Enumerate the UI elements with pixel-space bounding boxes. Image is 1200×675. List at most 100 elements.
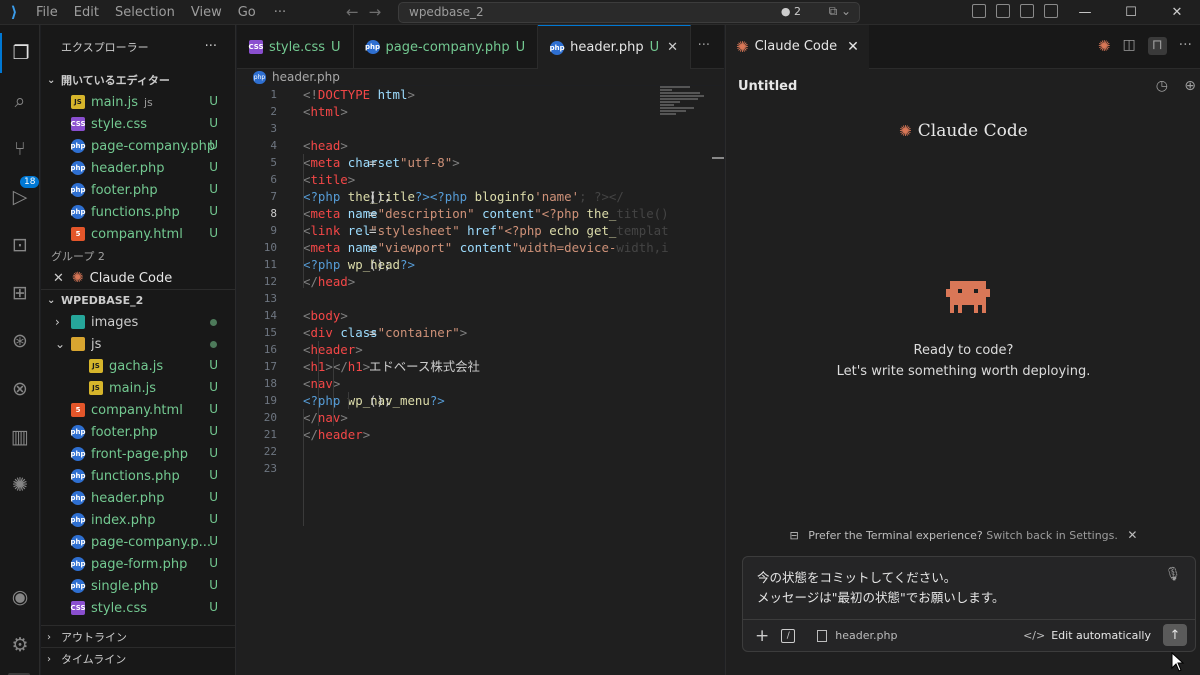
menu-view[interactable]: View — [183, 5, 230, 20]
switch-back-link[interactable]: Switch back in Settings. — [986, 529, 1118, 542]
layout-customize-icon[interactable] — [972, 4, 986, 18]
tree-item[interactable]: php header.php U — [41, 487, 235, 509]
tree-item[interactable]: php front-page.php U — [41, 443, 235, 465]
code-icon: </> — [1023, 629, 1046, 642]
git-status-badge: U — [209, 182, 218, 196]
chevron-down-icon: ⌄ — [47, 74, 56, 86]
close-window-icon[interactable]: ✕ — [1154, 0, 1200, 25]
menu-more-icon[interactable]: ··· — [264, 5, 296, 20]
open-editor-item[interactable]: JS main.js js U — [41, 91, 235, 113]
containers-icon[interactable]: ▥ — [0, 417, 40, 457]
remote-explorer-icon[interactable]: ⊡ — [0, 225, 40, 265]
tab-style-css[interactable]: CSS style.css U — [237, 25, 354, 69]
scrollbar-marker[interactable] — [712, 157, 724, 159]
project-label: WPEDBASE_2 — [61, 294, 144, 307]
claude-code-panel: ✺ Claude Code ✕ ✺ ◫ ⊓ ··· Untitled ◷ ⊕ ✺… — [725, 24, 1200, 675]
tree-item[interactable]: php single.php U — [41, 575, 235, 597]
tree-item[interactable]: JS gacha.js U — [41, 355, 235, 377]
open-editor-item[interactable]: php functions.php U — [41, 201, 235, 223]
extensions-icon[interactable]: ⊞ — [0, 273, 40, 313]
close-tab-icon[interactable]: ✕ — [847, 39, 859, 55]
chevron-down-icon: ⌄ — [55, 337, 66, 351]
php-file-icon: php — [71, 139, 86, 153]
tree-item[interactable]: CSS style.css U — [41, 597, 235, 619]
tree-item[interactable]: JS main.js U — [41, 377, 235, 399]
tab-page-company-php[interactable]: php page-company.php U — [354, 25, 539, 69]
menu-file[interactable]: File — [28, 5, 66, 20]
open-editor-item[interactable]: 5 company.html U — [41, 223, 235, 245]
source-control-icon[interactable]: ⑂ — [0, 129, 40, 169]
tree-item[interactable]: php page-company.p... U — [41, 531, 235, 553]
split-editor-icon[interactable]: ◫ — [1122, 37, 1135, 55]
slash-command-icon[interactable]: / — [781, 628, 796, 643]
prompt-text[interactable]: 今の状態をコミットしてください。 メッセージは"最初の状態"でお願いします。 — [757, 568, 1005, 608]
php-file-icon: php — [71, 447, 86, 461]
toggle-secondary-sidebar-icon[interactable] — [1044, 4, 1058, 18]
gitlens-icon[interactable]: ⊗ — [0, 369, 40, 409]
dismiss-notice-icon[interactable]: ✕ — [1127, 528, 1137, 542]
add-attachment-icon[interactable]: + — [755, 626, 769, 646]
project-header[interactable]: ⌄ WPEDBASE_2 — [41, 289, 235, 311]
menu-go[interactable]: Go — [230, 5, 264, 20]
git-status-badge: U — [649, 40, 660, 55]
search-icon[interactable]: ⌕ — [0, 81, 40, 121]
title-bar: ⟩ File Edit Selection View Go ··· ←→ wpe… — [0, 0, 1200, 25]
code-line: 9 <link rel = "stylesheet" href = "<?php ech… — [237, 222, 724, 239]
tree-item[interactable]: php footer.php U — [41, 421, 235, 443]
open-editor-item[interactable]: php footer.php U — [41, 179, 235, 201]
git-graph-icon[interactable]: ⊛ — [0, 321, 40, 361]
claude-icon[interactable]: ✺ — [0, 465, 40, 505]
nav-back-forward-icon[interactable]: ←→ — [346, 3, 391, 21]
tree-item[interactable]: ⌄ js — [41, 333, 235, 355]
account-icon[interactable]: ◉ — [0, 577, 40, 617]
tree-item[interactable]: › images — [41, 311, 235, 333]
git-status-badge: U — [209, 226, 218, 240]
claude-spark-icon[interactable]: ✺ — [1098, 37, 1111, 55]
open-editor-claude-code[interactable]: ✕ ✺ Claude Code — [41, 267, 235, 289]
menu-edit[interactable]: Edit — [66, 5, 107, 20]
open-editors-list: JS main.js js U CSS style.css Uphp page-company… — [41, 91, 235, 245]
tree-item[interactable]: php functions.php U — [41, 465, 235, 487]
tree-item[interactable]: php page-form.php U — [41, 553, 235, 575]
explorer-more-icon[interactable]: ··· — [205, 39, 217, 54]
css-file-icon: CSS — [70, 601, 86, 615]
history-icon[interactable]: ◷ — [1156, 78, 1168, 94]
line-number: 4 — [270, 139, 277, 152]
command-center-search[interactable]: wpedbase_2 ● 2 ⧉ ⌄ — [398, 2, 860, 23]
toggle-sidebar-icon[interactable] — [996, 4, 1010, 18]
maximize-icon[interactable]: ☐ — [1108, 0, 1154, 25]
new-chat-icon[interactable]: ⊕ — [1184, 78, 1196, 94]
panel-more-icon[interactable]: ··· — [1179, 37, 1192, 55]
menu-selection[interactable]: Selection — [107, 5, 183, 20]
breadcrumb[interactable]: php header.php — [237, 69, 724, 85]
close-icon[interactable]: ✕ — [53, 271, 64, 286]
php-file-icon: php — [550, 40, 565, 55]
lock-icon[interactable]: ⊓ — [1147, 37, 1167, 55]
git-status-badge: U — [209, 446, 218, 460]
edit-mode-toggle[interactable]: </> Edit automatically — [1023, 629, 1151, 642]
tab-claude-code[interactable]: ✺ Claude Code ✕ — [726, 24, 869, 69]
timeline-section[interactable]: › タイムライン — [41, 647, 235, 670]
open-editor-item[interactable]: CSS style.css U — [41, 113, 235, 135]
settings-gear-icon[interactable]: ⚙ — [0, 625, 40, 665]
tab-header-php[interactable]: php header.php U ✕ — [538, 25, 692, 69]
open-editor-item[interactable]: php page-company.php U — [41, 135, 235, 157]
open-editors-header[interactable]: ⌄ 開いているエディター — [41, 69, 235, 91]
explorer-icon[interactable]: ❐ — [0, 33, 40, 73]
outline-section[interactable]: › アウトライン — [41, 625, 235, 648]
copilot-icon[interactable]: ⧉ ⌄ — [829, 4, 851, 19]
minimize-icon[interactable]: — — [1062, 0, 1108, 25]
microphone-icon[interactable]: 🎙 — [1164, 567, 1181, 582]
context-file-chip[interactable]: header.php — [817, 629, 897, 642]
prompt-input[interactable]: 今の状態をコミットしてください。 メッセージは"最初の状態"でお願いします。 🎙… — [742, 556, 1196, 652]
tree-item[interactable]: 5 company.html U — [41, 399, 235, 421]
open-editor-item[interactable]: php header.php U — [41, 157, 235, 179]
close-tab-icon[interactable]: ✕ — [667, 40, 678, 55]
editor-more-icon[interactable]: ··· — [698, 38, 710, 53]
run-debug-icon[interactable]: ▷ — [0, 177, 40, 217]
send-button[interactable]: ↑ — [1163, 624, 1187, 646]
minimap[interactable] — [660, 86, 710, 126]
toggle-panel-icon[interactable] — [1020, 4, 1034, 18]
tree-item[interactable]: php index.php U — [41, 509, 235, 531]
code-editor[interactable]: 1 <!DOCTYPE html> 2 <html> 3 4 <head> 5 <meta c… — [237, 86, 724, 675]
